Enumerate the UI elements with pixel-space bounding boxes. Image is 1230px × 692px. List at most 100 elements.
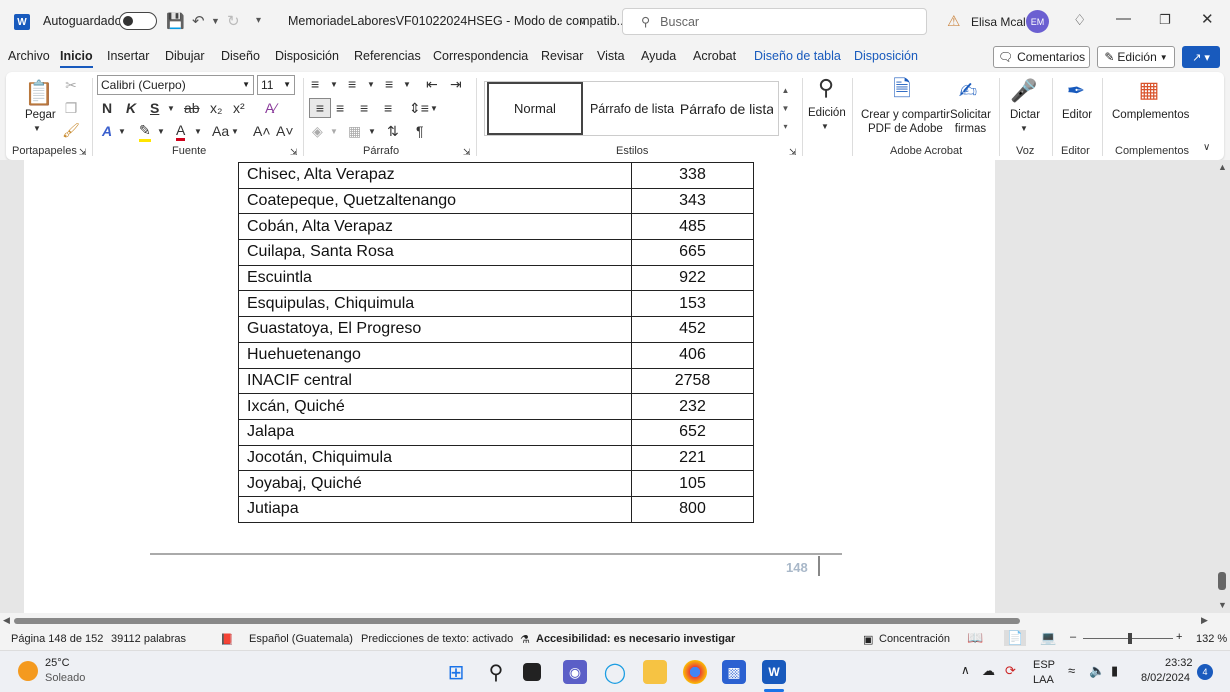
word-count[interactable]: 39112 palabras — [111, 633, 186, 645]
table-cell-location[interactable]: Jutiapa — [238, 495, 632, 523]
change-case-icon[interactable]: Aa — [212, 123, 229, 139]
scroll-up-icon[interactable]: ▲ — [1218, 162, 1227, 172]
table-cell-value[interactable]: 406 — [631, 341, 754, 369]
create-share-pdf-label[interactable]: Crear y compartir PDF de Adobe — [861, 108, 950, 136]
warning-icon[interactable]: ⚠ — [947, 12, 960, 30]
font-color-dropdown-icon[interactable]: ▼ — [194, 127, 202, 136]
volume-icon[interactable]: 🔈 — [1089, 663, 1105, 679]
editor-pen-icon[interactable]: ✒ — [1062, 76, 1090, 106]
tab-referencias[interactable]: Referencias — [354, 49, 421, 63]
search-box[interactable]: ⚲ Buscar — [622, 8, 927, 35]
editing-dropdown-icon[interactable]: ▼ — [821, 122, 829, 131]
table-cell-location[interactable]: Jalapa — [238, 418, 632, 446]
table-cell-location[interactable]: Joyabaj, Quiché — [238, 470, 632, 497]
text-predictions[interactable]: Predicciones de texto: activado — [361, 633, 513, 645]
chrome-icon[interactable] — [683, 660, 707, 684]
search-icon[interactable]: ⚲ — [484, 660, 508, 684]
task-view-icon[interactable] — [523, 663, 541, 681]
format-painter-icon[interactable]: 🖌 — [62, 122, 80, 139]
table-cell-value[interactable]: 343 — [631, 187, 754, 215]
tab-archivo[interactable]: Archivo — [8, 49, 50, 63]
bullets-icon[interactable]: ≡ — [311, 76, 319, 92]
restore-icon[interactable]: ❐ — [1159, 12, 1171, 28]
underline-dropdown-icon[interactable]: ▼ — [167, 104, 175, 113]
windows-start-icon[interactable]: ⊞ — [444, 660, 468, 684]
accessibility-icon[interactable]: ⚗ — [520, 633, 530, 646]
editing-label[interactable]: Edición — [808, 107, 846, 119]
addins-label[interactable]: Complementos — [1112, 109, 1189, 121]
highlight-dropdown-icon[interactable]: ▼ — [157, 127, 165, 136]
dictate-label[interactable]: Dictar — [1010, 109, 1040, 121]
tab-disposicion-tabla[interactable]: Disposición — [854, 49, 918, 63]
font-color-icon[interactable]: A — [176, 122, 186, 141]
undo-dropdown-icon[interactable]: ▼ — [211, 16, 220, 26]
tab-insertar[interactable]: Insertar — [107, 49, 149, 63]
notification-badge[interactable]: 4 — [1197, 664, 1213, 680]
paragraph-launcher-icon[interactable]: ⇲ — [463, 147, 471, 158]
numbering-dropdown-icon[interactable]: ▼ — [367, 80, 375, 89]
language[interactable]: Español (Guatemala) — [249, 633, 353, 645]
web-layout-icon[interactable]: 💻 — [1040, 630, 1056, 646]
scroll-left-icon[interactable]: ◀ — [3, 615, 10, 626]
table-cell-value[interactable]: 800 — [631, 495, 754, 523]
request-signatures-label[interactable]: Solicitar firmas — [950, 108, 991, 136]
tab-diseno[interactable]: Diseño — [221, 49, 260, 63]
dictate-dropdown-icon[interactable]: ▼ — [1020, 124, 1028, 133]
clock-date[interactable]: 8/02/2024 — [1141, 672, 1190, 684]
more-styles-icon[interactable]: ▾ — [783, 122, 787, 131]
styles-launcher-icon[interactable]: ⇲ — [789, 147, 797, 158]
font-size-select[interactable]: 11 ▼ — [257, 75, 295, 95]
table-cell-value[interactable]: 665 — [631, 239, 754, 266]
table-cell-location[interactable]: Jocotán, Chiquimula — [238, 444, 632, 472]
show-marks-icon[interactable]: ¶ — [416, 123, 424, 139]
undo-icon[interactable]: ↶ — [192, 12, 205, 30]
edge-icon[interactable]: ◯ — [603, 660, 627, 684]
align-right-icon[interactable]: ≡ — [360, 100, 368, 116]
user-name[interactable]: Elisa Mcal — [971, 15, 1026, 29]
premium-diamond-icon[interactable]: ♢ — [1073, 11, 1086, 29]
minimize-icon[interactable]: — — [1116, 10, 1131, 27]
scroll-right-icon[interactable]: ▶ — [1201, 615, 1208, 626]
tab-diseno-de-tabla[interactable]: Diseño de tabla — [754, 49, 841, 63]
clock-time[interactable]: 23:32 — [1165, 657, 1193, 669]
borders-icon[interactable]: ▦ — [348, 123, 361, 140]
shading-icon[interactable]: ◈ — [312, 123, 323, 140]
share-button[interactable]: ↗ ▾ — [1182, 46, 1220, 68]
vertical-scroll-thumb[interactable] — [1218, 572, 1226, 590]
decrease-indent-icon[interactable]: ⇤ — [426, 76, 438, 93]
input-language-2[interactable]: LAA — [1033, 674, 1054, 686]
tab-acrobat[interactable]: Acrobat — [693, 49, 736, 63]
subscript-icon[interactable]: x₂ — [210, 100, 222, 116]
table-cell-value[interactable]: 652 — [631, 418, 754, 446]
collapse-ribbon-icon[interactable]: ∨ — [1203, 142, 1210, 153]
onedrive-icon[interactable]: ☁ — [982, 663, 995, 679]
tab-dibujar[interactable]: Dibujar — [165, 49, 205, 63]
table-cell-value[interactable]: 452 — [631, 316, 754, 343]
tab-disposicion[interactable]: Disposición — [275, 49, 339, 63]
page-count[interactable]: Página 148 de 152 — [11, 633, 103, 645]
numbering-icon[interactable]: ≡ — [348, 76, 356, 92]
text-effects-icon[interactable]: A — [102, 123, 112, 139]
chevron-down-icon[interactable]: ▼ — [782, 104, 790, 113]
copy-icon[interactable]: ❐ — [64, 100, 78, 117]
table-cell-value[interactable]: 922 — [631, 264, 754, 292]
strikethrough-icon[interactable]: ab — [184, 100, 200, 116]
shading-dropdown-icon[interactable]: ▼ — [330, 127, 338, 136]
focus-mode[interactable]: Concentración — [879, 633, 950, 645]
zoom-out-icon[interactable]: – — [1070, 631, 1076, 643]
table-cell-location[interactable]: Escuintla — [238, 264, 632, 292]
file-explorer-icon[interactable] — [643, 660, 667, 684]
horizontal-scroll-thumb[interactable] — [14, 618, 1020, 624]
bullets-dropdown-icon[interactable]: ▼ — [330, 80, 338, 89]
justify-icon[interactable]: ≡ — [384, 100, 392, 116]
italic-icon[interactable]: K — [126, 100, 136, 116]
grow-font-icon[interactable]: A˄ — [253, 123, 271, 139]
autosave-toggle[interactable] — [119, 12, 157, 30]
weather-temperature[interactable]: 25°C — [45, 657, 70, 669]
scroll-down-icon[interactable]: ▼ — [1218, 600, 1227, 610]
style-list-paragraph[interactable]: Párrafo de lista — [586, 82, 678, 135]
tab-vista[interactable]: Vista — [597, 49, 625, 63]
font-family-select[interactable]: Calibri (Cuerpo) ▼ — [97, 75, 254, 95]
borders-dropdown-icon[interactable]: ▼ — [368, 127, 376, 136]
horizontal-scrollbar[interactable]: ◀ ▶ — [0, 614, 1215, 627]
